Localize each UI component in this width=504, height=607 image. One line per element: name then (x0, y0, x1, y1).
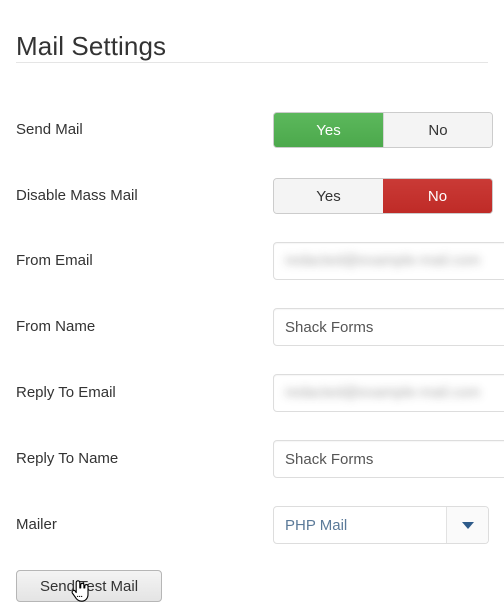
mail-settings-page: Mail Settings Send Mail Yes No Disable M… (0, 0, 504, 607)
label-from-email: From Email (16, 252, 93, 269)
label-mailer: Mailer (16, 516, 57, 533)
label-from-name: From Name (16, 318, 96, 335)
reply-to-name-input[interactable] (273, 440, 504, 478)
form-row-send-mail: Send Mail Yes No (0, 112, 504, 178)
send-test-mail-button[interactable]: Send Test Mail (16, 570, 162, 602)
form-row-reply-to-email: Reply To Email redacted@example-mail.com (0, 374, 504, 440)
control-from-email: redacted@example-mail.com (273, 242, 504, 280)
toggle-send-mail-no[interactable]: No (383, 113, 492, 147)
label-reply-to-email: Reply To Email (16, 384, 116, 401)
toggle-disable-mass-mail-no[interactable]: No (383, 179, 492, 213)
chevron-down-icon (461, 521, 474, 529)
mailer-selected-value: PHP Mail (285, 516, 348, 534)
title-divider (16, 62, 488, 63)
form-row-mailer: Mailer PHP Mail (0, 506, 504, 572)
mailer-dropdown-toggle[interactable] (446, 507, 488, 543)
label-disable-mass-mail: Disable Mass Mail (16, 187, 138, 204)
reply-to-email-field[interactable]: redacted@example-mail.com (273, 374, 504, 412)
label-reply-to-name: Reply To Name (16, 450, 119, 467)
form-row-from-name: From Name (0, 308, 504, 374)
control-mailer: PHP Mail (273, 506, 489, 544)
from-name-input[interactable] (273, 308, 504, 346)
form-row-reply-to-name: Reply To Name (0, 440, 504, 506)
toggle-disable-mass-mail[interactable]: Yes No (273, 178, 493, 214)
control-reply-to-email: redacted@example-mail.com (273, 374, 504, 412)
from-email-value-redacted: redacted@example-mail.com (285, 252, 481, 269)
label-send-mail: Send Mail (16, 121, 83, 138)
toggle-send-mail-yes[interactable]: Yes (274, 113, 383, 147)
reply-to-email-value-redacted: redacted@example-mail.com (285, 384, 481, 401)
from-email-field[interactable]: redacted@example-mail.com (273, 242, 504, 280)
toggle-send-mail[interactable]: Yes No (273, 112, 493, 148)
toggle-disable-mass-mail-yes[interactable]: Yes (274, 179, 383, 213)
control-from-name (273, 308, 504, 346)
page-title: Mail Settings (16, 31, 167, 62)
control-disable-mass-mail: Yes No (273, 178, 493, 214)
form-row-from-email: From Email redacted@example-mail.com (0, 242, 504, 308)
form-row-disable-mass-mail: Disable Mass Mail Yes No (0, 178, 504, 244)
control-send-mail: Yes No (273, 112, 493, 148)
mailer-select[interactable]: PHP Mail (273, 506, 489, 544)
control-reply-to-name (273, 440, 504, 478)
